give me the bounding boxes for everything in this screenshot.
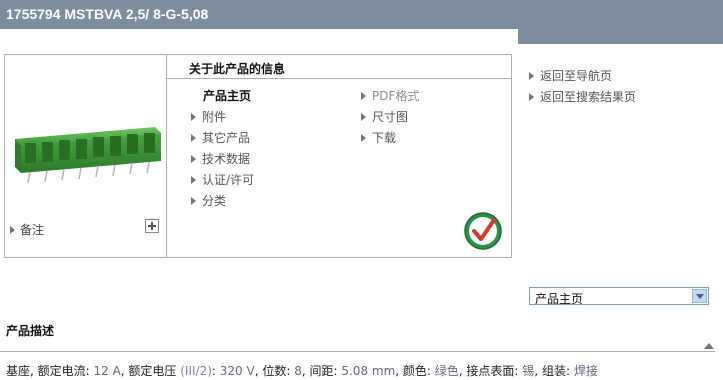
desc-value: 焊接	[573, 364, 598, 378]
rohs-compliant-badge	[464, 212, 502, 250]
link-classification[interactable]: 分类	[191, 192, 226, 209]
desc-label: 基座, 额定电流:	[6, 364, 94, 378]
page-select[interactable]: 产品主页	[529, 287, 709, 306]
back-to-results-link[interactable]: 返回至搜索结果页	[529, 88, 636, 105]
desc-label: , 额定电压	[120, 364, 181, 378]
link-label: 尺寸图	[372, 110, 409, 124]
desc-label: , 组装:	[534, 364, 574, 378]
link-label: 其它产品	[202, 131, 251, 145]
plus-icon[interactable]	[145, 219, 159, 233]
arrow-right-icon	[361, 91, 366, 100]
desc-label: :	[211, 364, 220, 378]
link-accessories[interactable]: 附件	[191, 108, 226, 125]
arrow-right-icon	[361, 112, 366, 121]
section-title-description: 产品描述	[6, 324, 55, 338]
link-product-home[interactable]: 产品主页	[203, 87, 251, 104]
product-image-panel: 备注	[5, 55, 167, 257]
arrow-right-icon	[10, 225, 15, 234]
product-image	[15, 127, 161, 184]
desc-value: 12 A	[93, 364, 121, 378]
link-approvals[interactable]: 认证/许可	[191, 171, 254, 188]
chevron-down-icon[interactable]	[692, 289, 707, 303]
product-info-title: 关于此产品的信息	[189, 62, 286, 76]
arrow-right-icon	[191, 133, 196, 142]
link-label: 认证/许可	[202, 173, 255, 187]
link-label: 下载	[372, 131, 397, 145]
product-description: 基座, 额定电流: 12 A, 额定电压 (III/2): 320 V, 位数:…	[6, 362, 598, 379]
desc-label: , 接点表面:	[458, 364, 523, 378]
page-select-value: 产品主页	[535, 292, 584, 306]
link-label: 技术数据	[202, 152, 251, 166]
desc-value: 8	[294, 364, 302, 378]
desc-label: , 颜色:	[395, 364, 435, 378]
note-label: 备注	[20, 223, 45, 237]
page-title: 1755794 MSTBVA 2,5/ 8-G-5,08	[6, 6, 209, 22]
product-box: 备注 关于此产品的信息 产品主页 附件 其它产品 技术数据 认证/许可 分类 P…	[4, 54, 512, 258]
product-info-panel: 关于此产品的信息 产品主页 附件 其它产品 技术数据 认证/许可 分类 PDF格…	[167, 55, 511, 257]
desc-label: , 位数:	[254, 364, 295, 378]
desc-value: 320 V	[219, 364, 255, 378]
desc-value: 锡	[522, 364, 535, 378]
link-label: 附件	[202, 110, 227, 124]
arrow-right-icon	[191, 196, 196, 205]
note-link[interactable]: 备注	[10, 221, 44, 238]
link-dimension-drawing[interactable]: 尺寸图	[361, 108, 408, 125]
link-pdf[interactable]: PDF格式	[361, 87, 419, 104]
desc-value: 绿色	[434, 364, 459, 378]
link-download[interactable]: 下载	[361, 129, 396, 146]
link-technical-data[interactable]: 技术数据	[191, 150, 250, 167]
divider	[0, 351, 715, 352]
link-label: 分类	[202, 194, 227, 208]
link-label: 产品主页	[203, 89, 252, 103]
link-label: 返回至导航页	[540, 69, 613, 83]
desc-value: 5.08 mm	[341, 364, 396, 378]
arrow-right-icon	[529, 92, 534, 101]
back-to-navigation-link[interactable]: 返回至导航页	[529, 67, 612, 84]
arrow-right-icon	[191, 175, 196, 184]
link-other-products[interactable]: 其它产品	[191, 129, 250, 146]
arrow-right-icon	[529, 71, 534, 80]
desc-value: (III/2)	[180, 364, 212, 378]
title-bar: 1755794 MSTBVA 2,5/ 8-G-5,08	[0, 0, 723, 29]
arrow-right-icon	[191, 154, 196, 163]
back-to-top-icon[interactable]	[704, 343, 714, 349]
title-bar-extension	[518, 29, 723, 44]
arrow-right-icon	[361, 133, 366, 142]
link-label: 返回至搜索结果页	[540, 90, 637, 104]
arrow-right-icon	[191, 112, 196, 121]
desc-label: , 间距:	[301, 364, 342, 378]
product-info-header: 关于此产品的信息	[167, 55, 511, 79]
link-label: PDF格式	[372, 89, 420, 103]
